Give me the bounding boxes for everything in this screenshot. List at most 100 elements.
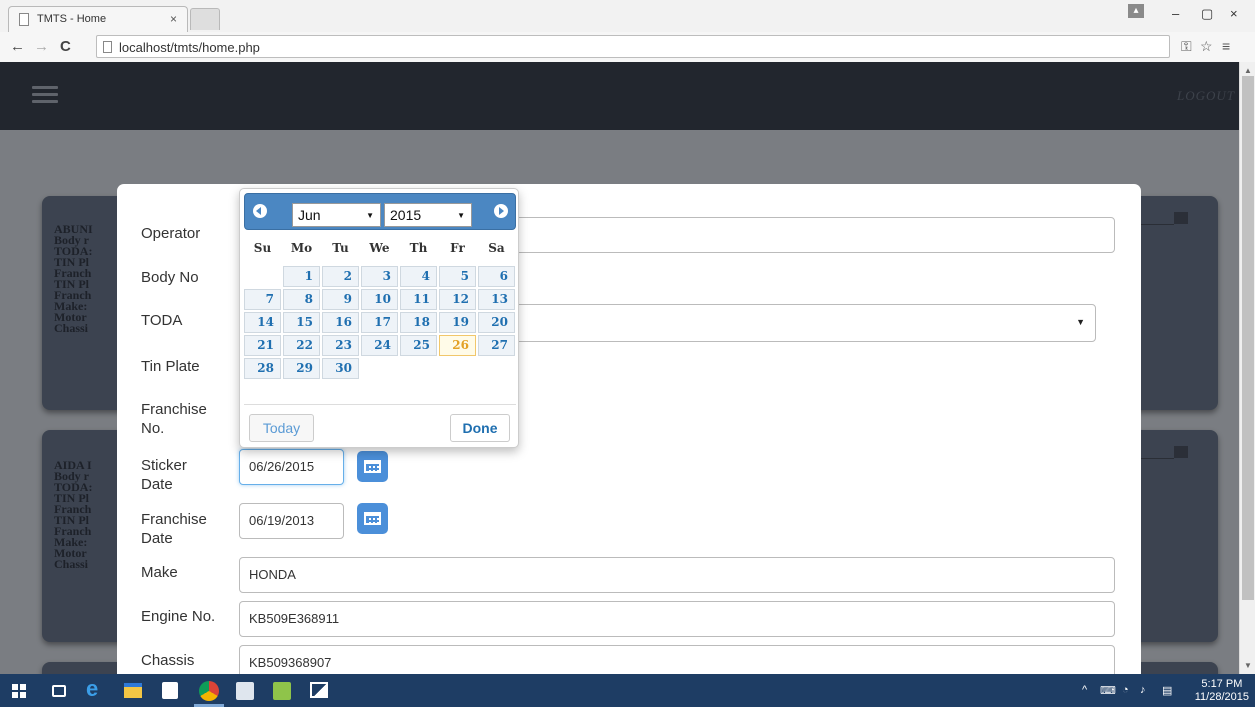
chassis-label: Chassis <box>141 652 195 669</box>
weekday-label: We <box>369 241 390 255</box>
clock-date: 11/28/2015 <box>1194 691 1249 703</box>
calendar-day[interactable]: 23 <box>322 335 359 356</box>
calendar-day[interactable]: 3 <box>361 266 398 287</box>
datepicker-divider <box>244 404 516 405</box>
clock-time: 5:17 PM <box>1201 678 1243 690</box>
file-explorer-icon[interactable] <box>124 683 142 698</box>
calendar-day[interactable]: 2 <box>322 266 359 287</box>
year-select[interactable]: 2015 ▼ <box>384 203 472 227</box>
notifications-icon[interactable]: ▤ <box>1162 684 1172 697</box>
chrome-browser-icon[interactable] <box>199 681 219 701</box>
sticker-date-input[interactable]: 06/26/2015 <box>239 449 344 485</box>
back-button[interactable]: ← <box>10 38 25 55</box>
minimize-button[interactable]: – <box>1172 6 1179 21</box>
calendar-day[interactable]: 29 <box>283 358 320 379</box>
tab-title: TMTS - Home <box>37 13 107 25</box>
menu-icon[interactable]: ≡ <box>1222 38 1230 54</box>
chassis-input[interactable]: KB509368907 <box>239 645 1115 674</box>
make-label: Make <box>141 564 178 581</box>
scroll-down-icon[interactable]: ▼ <box>1244 661 1252 670</box>
page-content: LOGOUT ABUNI Body r TODA: TIN Pl Franch … <box>0 62 1239 674</box>
calendar-day[interactable]: 12 <box>439 289 476 310</box>
calendar-day[interactable]: 30 <box>322 358 359 379</box>
calendar-day[interactable]: 17 <box>361 312 398 333</box>
bookmark-star-icon[interactable]: ☆ <box>1200 38 1213 55</box>
photos-app-icon[interactable] <box>310 682 328 698</box>
franchise-date-label-line2: Date <box>141 530 173 547</box>
reload-button[interactable]: C <box>60 38 71 55</box>
key-icon[interactable]: ⚿ <box>1181 38 1192 55</box>
today-button[interactable]: Today <box>249 414 314 442</box>
card-line: Chassi <box>54 557 89 571</box>
calendar-day[interactable]: 7 <box>244 289 281 310</box>
scroll-up-icon[interactable]: ▲ <box>1244 66 1252 75</box>
forward-button[interactable]: → <box>34 38 49 55</box>
tab-close-icon[interactable]: × <box>170 12 177 26</box>
task-view-icon[interactable] <box>52 685 66 697</box>
hamburger-menu-icon[interactable] <box>32 86 58 104</box>
store-icon[interactable] <box>162 682 178 699</box>
datepicker-header: Jun ▼ 2015 ▼ <box>244 193 516 230</box>
calendar-day[interactable]: 6 <box>478 266 515 287</box>
calendar-day[interactable]: 13 <box>478 289 515 310</box>
edge-browser-icon[interactable]: e <box>86 678 106 700</box>
engine-no-input[interactable]: KB509E368911 <box>239 601 1115 637</box>
calendar-day[interactable]: 21 <box>244 335 281 356</box>
close-window-button[interactable]: × <box>1230 6 1238 21</box>
scrollbar-thumb[interactable] <box>1242 76 1254 600</box>
calendar-day[interactable]: 27 <box>478 335 515 356</box>
calendar-day[interactable]: 5 <box>439 266 476 287</box>
calendar-day[interactable]: 11 <box>400 289 437 310</box>
calendar-day[interactable]: 8 <box>283 289 320 310</box>
calendar-day[interactable]: 1 <box>283 266 320 287</box>
page-icon <box>19 13 29 26</box>
year-select-value: 2015 <box>390 207 422 223</box>
edit-icon[interactable] <box>1174 212 1188 224</box>
calendar-day[interactable]: 22 <box>283 335 320 356</box>
calendar-day[interactable]: 20 <box>478 312 515 333</box>
maximize-button[interactable]: ▢ <box>1201 6 1213 22</box>
calendar-day[interactable]: 9 <box>322 289 359 310</box>
calendar-day[interactable]: 28 <box>244 358 281 379</box>
calendar-day[interactable]: 15 <box>283 312 320 333</box>
sticker-date-calendar-button[interactable] <box>357 451 388 482</box>
volume-icon[interactable]: ♪ <box>1140 684 1146 696</box>
prev-month-icon[interactable] <box>253 204 267 218</box>
user-profile-icon[interactable]: ▴ <box>1128 4 1144 18</box>
done-button[interactable]: Done <box>450 414 510 442</box>
edit-icon[interactable] <box>1174 446 1188 458</box>
calendar-day[interactable]: 18 <box>400 312 437 333</box>
engine-no-label: Engine No. <box>141 608 216 625</box>
tab-tmts-home[interactable]: TMTS - Home × <box>8 6 188 32</box>
franchise-date-calendar-button[interactable] <box>357 503 388 534</box>
page-scrollbar[interactable]: ▲ ▼ <box>1239 62 1255 674</box>
calendar-day[interactable]: 26 <box>439 335 476 356</box>
calendar-day[interactable]: 24 <box>361 335 398 356</box>
notepad-app-icon[interactable] <box>273 682 291 700</box>
system-clock[interactable]: 5:17 PM 11/28/2015 <box>1195 678 1249 704</box>
calendar-day[interactable]: 19 <box>439 312 476 333</box>
app-header: LOGOUT <box>0 62 1239 130</box>
toda-label: TODA <box>141 312 183 329</box>
month-select-value: Jun <box>298 207 321 223</box>
wifi-icon[interactable]: ◔ <box>1122 684 1129 696</box>
next-month-icon[interactable] <box>494 204 508 218</box>
tin-plate-label: Tin Plate <box>141 358 200 375</box>
calendar-day[interactable]: 16 <box>322 312 359 333</box>
month-select[interactable]: Jun ▼ <box>292 203 381 227</box>
sticker-date-label-line2: Date <box>141 476 173 493</box>
calendar-day[interactable]: 4 <box>400 266 437 287</box>
franchise-date-input[interactable]: 06/19/2013 <box>239 503 344 539</box>
logout-link[interactable]: LOGOUT <box>1177 88 1235 104</box>
windows-start-icon[interactable] <box>12 684 26 698</box>
address-bar[interactable]: localhost/tmts/home.php <box>96 35 1170 58</box>
calendar-day[interactable]: 25 <box>400 335 437 356</box>
new-tab-button[interactable] <box>190 8 220 30</box>
make-input[interactable]: HONDA <box>239 557 1115 593</box>
datepicker-popup: Jun ▼ 2015 ▼ Su Mo Tu We Th Fr Sa 1 2 3 4 5 6 7 8 9 10 1… <box>239 188 519 448</box>
calendar-day[interactable]: 14 <box>244 312 281 333</box>
tray-expand-icon[interactable]: ^ <box>1082 684 1087 696</box>
editor-app-icon[interactable] <box>236 682 254 700</box>
calendar-day[interactable]: 10 <box>361 289 398 310</box>
network-icon[interactable]: ⌨ <box>1100 684 1116 697</box>
